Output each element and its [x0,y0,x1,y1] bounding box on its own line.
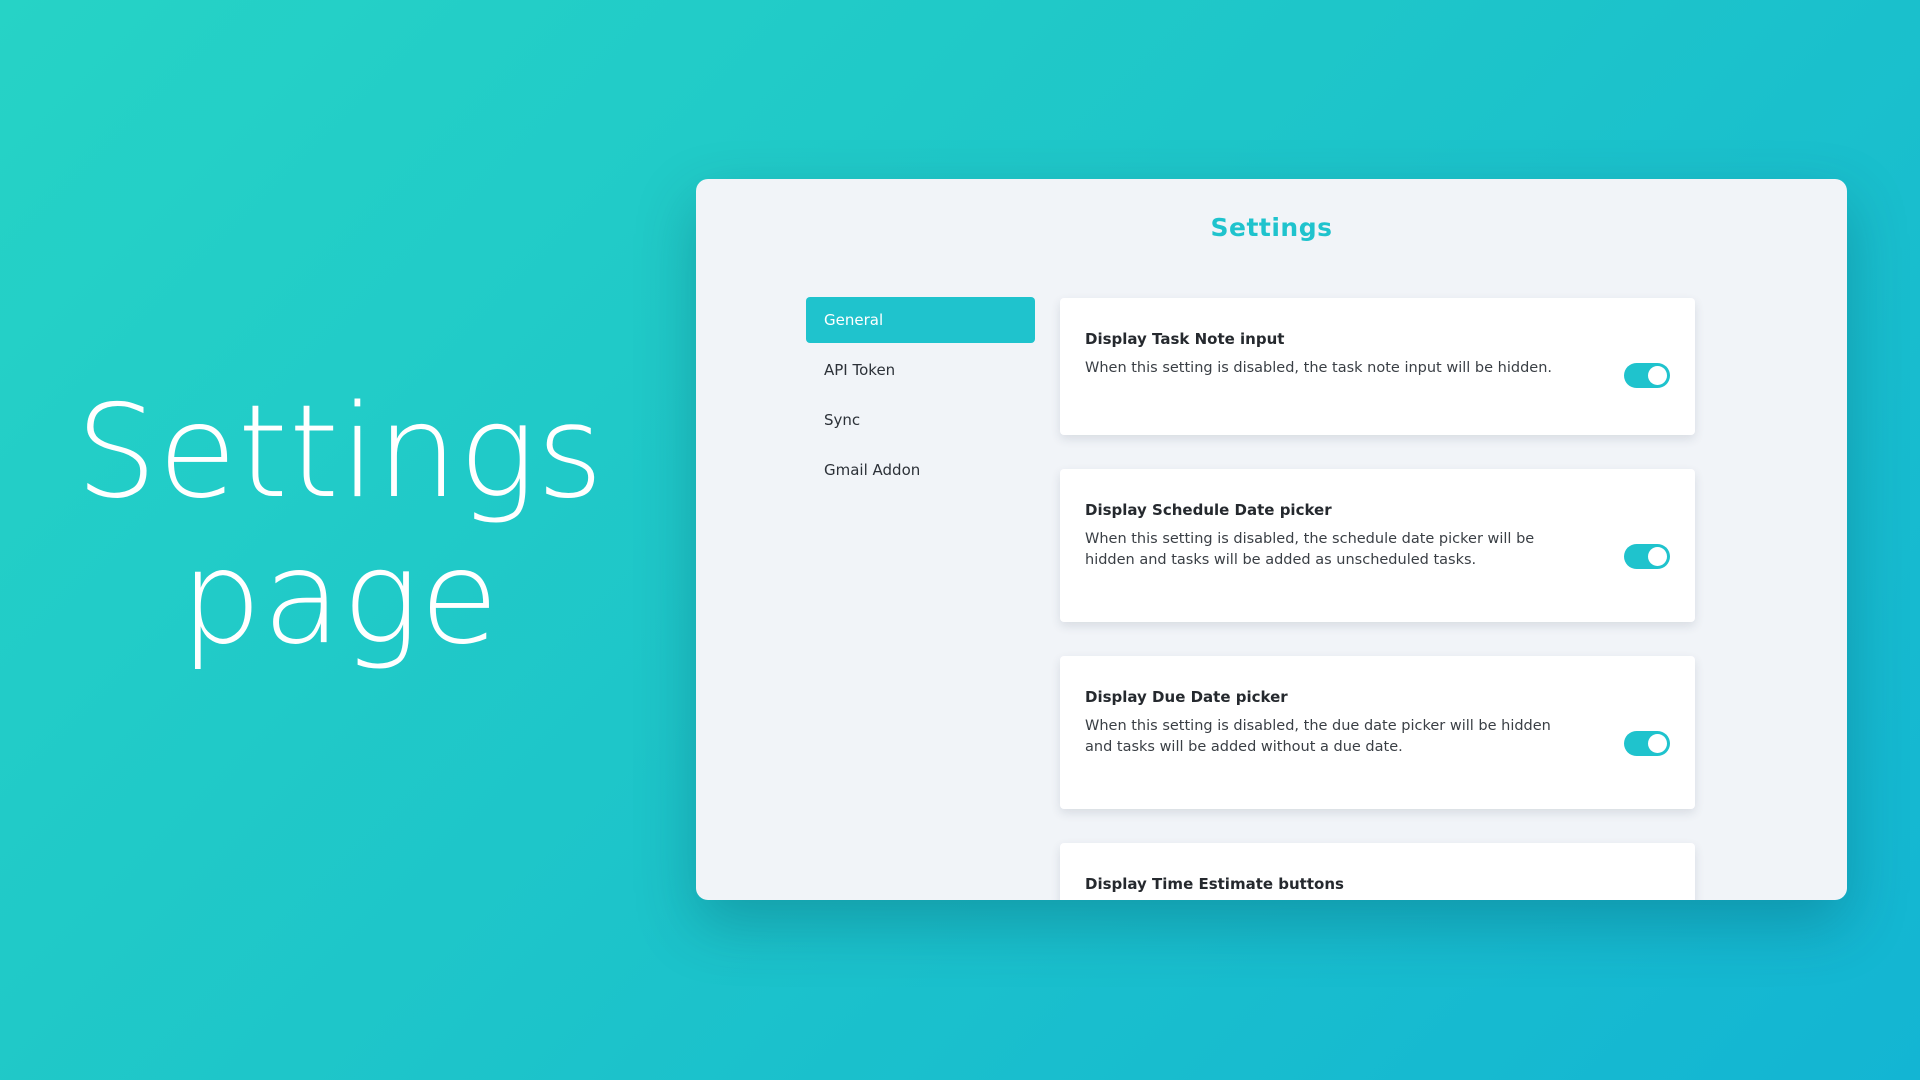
setting-title: Display Due Date picker [1085,688,1288,706]
setting-card-due-date: Display Due Date picker When this settin… [1060,656,1695,809]
settings-sidebar: General API Token Sync Gmail Addon [806,297,1035,497]
settings-list: Display Task Note input When this settin… [1060,298,1695,900]
hero-heading-line-1: Settings [75,378,605,527]
due-date-toggle[interactable] [1624,731,1670,756]
sidebar-item-sync[interactable]: Sync [806,397,1035,443]
toggle-knob [1648,734,1667,753]
setting-card-time-estimate: Display Time Estimate buttons [1060,843,1695,900]
hero-heading: Settings page [0,380,680,672]
task-note-toggle[interactable] [1624,363,1670,388]
page-title: Settings [1210,213,1333,242]
sidebar-item-api-token[interactable]: API Token [806,347,1035,393]
setting-description: When this setting is disabled, the due d… [1085,718,1551,755]
sidebar-item-gmail-addon[interactable]: Gmail Addon [806,447,1035,493]
setting-card-task-note: Display Task Note input When this settin… [1060,298,1695,435]
toggle-knob [1648,547,1667,566]
hero-heading-line-2: page [180,524,500,673]
toggle-knob [1648,366,1667,385]
setting-title: Display Schedule Date picker [1085,501,1332,519]
setting-description: When this setting is disabled, the task … [1085,360,1552,376]
schedule-date-toggle[interactable] [1624,544,1670,569]
setting-card-schedule-date: Display Schedule Date picker When this s… [1060,469,1695,622]
sidebar-item-general[interactable]: General [806,297,1035,343]
setting-title: Display Time Estimate buttons [1085,875,1344,893]
setting-title: Display Task Note input [1085,330,1285,348]
setting-description: When this setting is disabled, the sched… [1085,531,1535,568]
settings-window: Settings General API Token Sync Gmail Ad… [696,179,1847,900]
